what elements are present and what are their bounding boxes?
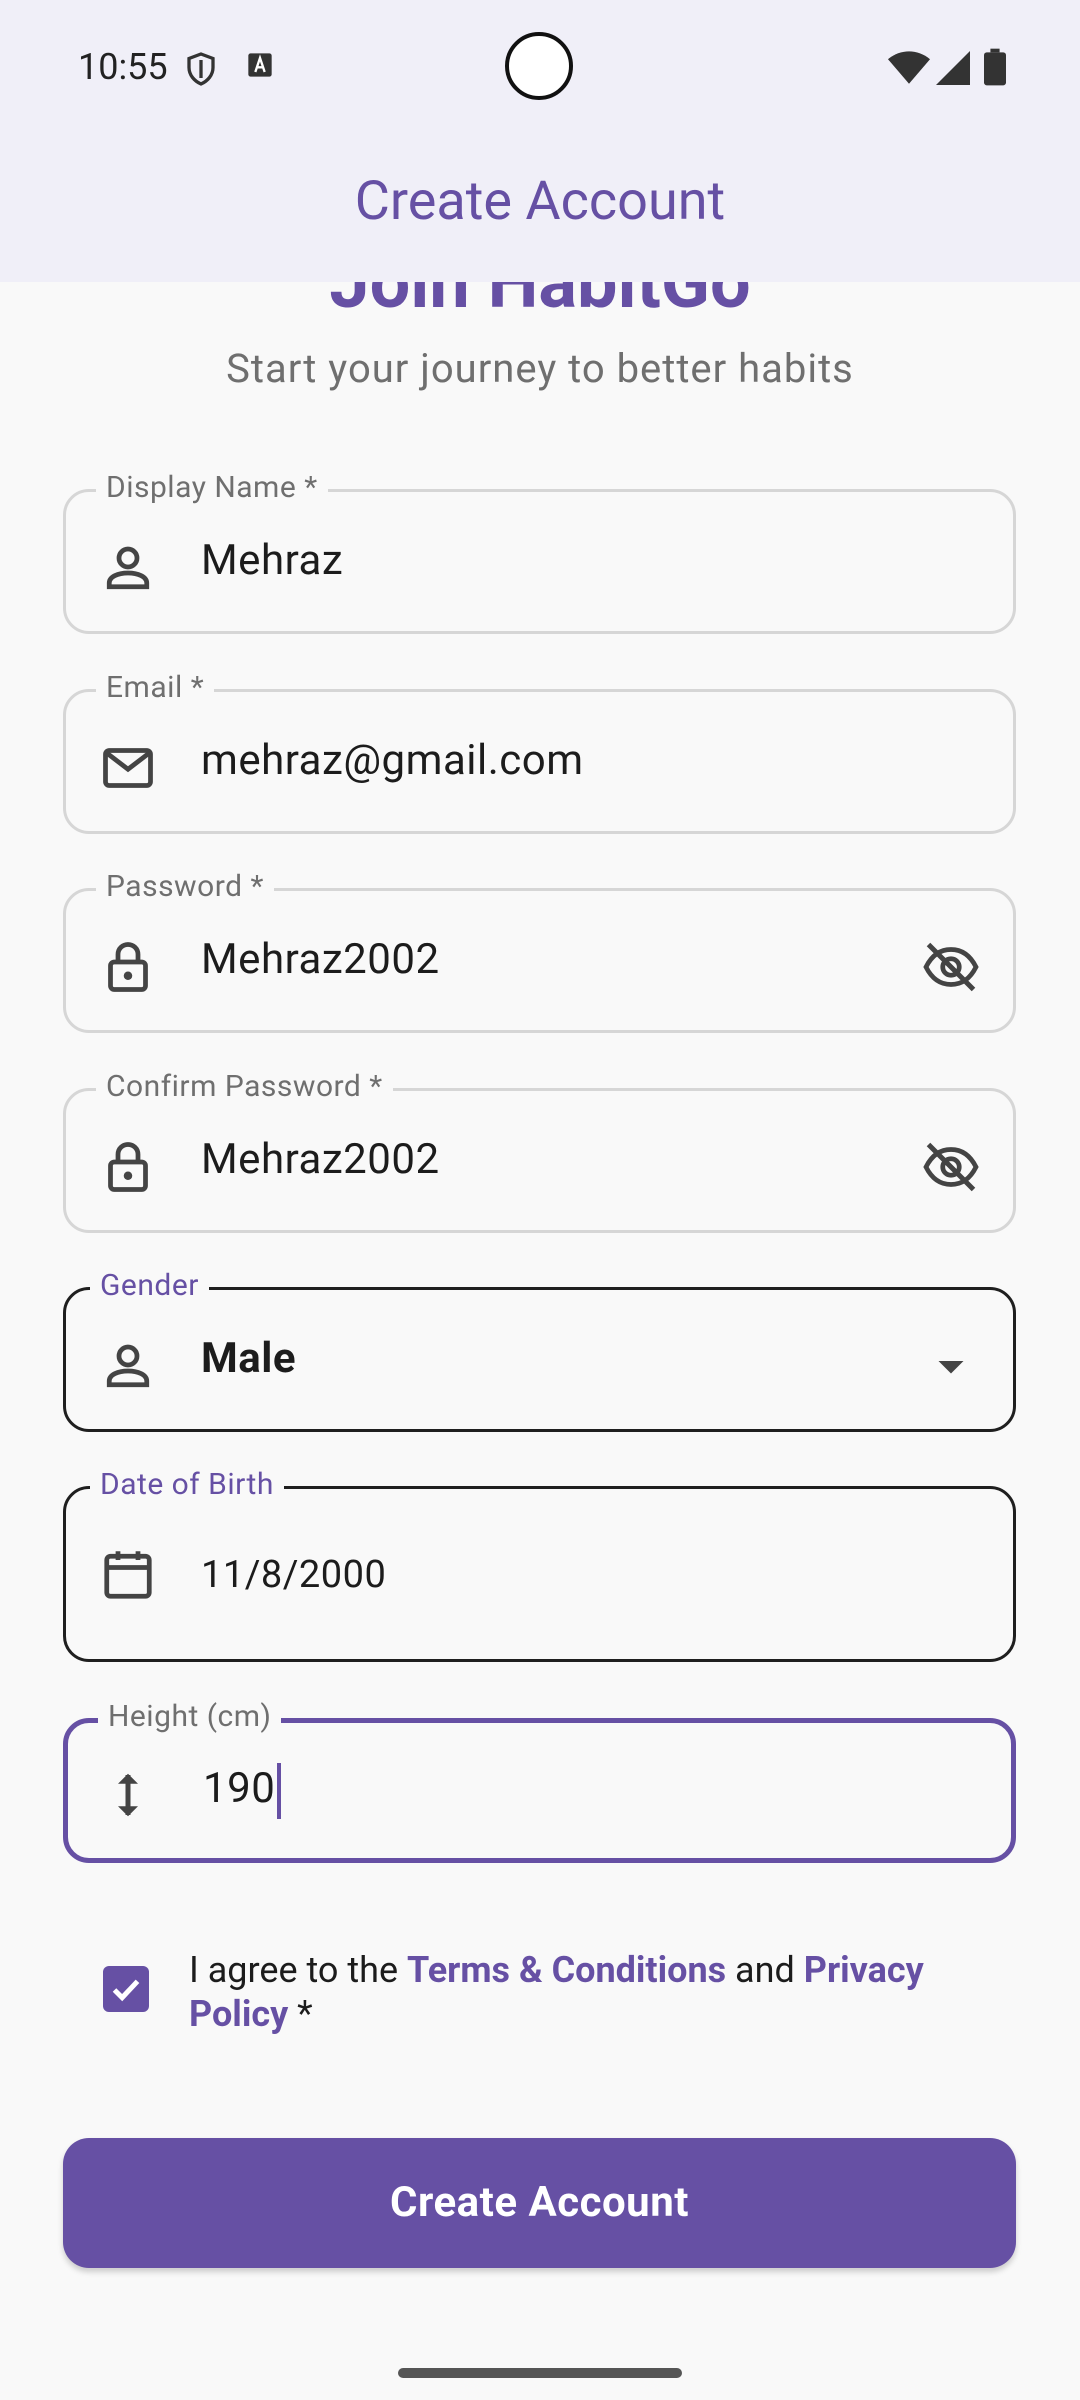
status-time: 10:55 bbox=[78, 46, 168, 88]
height-input[interactable]: 190 bbox=[203, 1763, 282, 1819]
keyboard-a-icon bbox=[248, 53, 272, 77]
email-field[interactable]: Email * mehraz@gmail.com bbox=[63, 670, 1016, 834]
agreement-suffix: * bbox=[288, 1993, 313, 2035]
agreement-middle: and bbox=[726, 1949, 804, 1991]
home-indicator[interactable] bbox=[398, 2368, 682, 2378]
password-input[interactable]: Mehraz2002 bbox=[201, 935, 440, 984]
confirm-password-label: Confirm Password * bbox=[96, 1069, 393, 1104]
vertical-arrows-icon bbox=[118, 1773, 138, 1817]
dropdown-arrow-icon[interactable] bbox=[919, 1336, 983, 1396]
mail-icon bbox=[103, 748, 153, 788]
signal-icon bbox=[936, 51, 970, 85]
date-of-birth-value: 11/8/2000 bbox=[201, 1553, 387, 1597]
eye-off-icon[interactable] bbox=[919, 1137, 983, 1197]
page-subtitle: Start your journey to better habits bbox=[226, 345, 854, 392]
confirm-password-input[interactable]: Mehraz2002 bbox=[201, 1135, 440, 1184]
person-icon bbox=[106, 546, 150, 590]
check-icon bbox=[112, 1979, 140, 2002]
email-label: Email * bbox=[96, 670, 215, 705]
create-account-button[interactable]: Create Account bbox=[63, 2138, 1016, 2268]
date-of-birth-label: Date of Birth bbox=[90, 1467, 284, 1502]
camera-cutout bbox=[505, 32, 573, 100]
calendar-icon bbox=[104, 1551, 152, 1599]
gender-value: Male bbox=[201, 1334, 297, 1383]
lock-icon bbox=[108, 942, 148, 992]
agreement-text: I agree to the Terms & Conditions and Pr… bbox=[189, 1948, 989, 2036]
lock-icon bbox=[108, 1142, 148, 1192]
email-input[interactable]: mehraz@gmail.com bbox=[201, 736, 584, 785]
display-name-label: Display Name * bbox=[96, 470, 328, 505]
display-name-input[interactable]: Mehraz bbox=[201, 536, 343, 585]
date-of-birth-field[interactable]: Date of Birth 11/8/2000 bbox=[63, 1467, 1016, 1662]
terms-link[interactable]: Terms & Conditions bbox=[407, 1949, 726, 1991]
app-bar-title: Create Account bbox=[354, 170, 726, 233]
gender-dropdown[interactable]: Gender Male bbox=[63, 1268, 1016, 1432]
shield-icon bbox=[187, 52, 215, 86]
confirm-password-field[interactable]: Confirm Password * Mehraz2002 bbox=[63, 1069, 1016, 1233]
agreement-prefix: I agree to the bbox=[189, 1949, 408, 1991]
password-field[interactable]: Password * Mehraz2002 bbox=[63, 869, 1016, 1033]
eye-off-icon[interactable] bbox=[919, 937, 983, 997]
password-label: Password * bbox=[96, 869, 274, 904]
gender-label: Gender bbox=[90, 1268, 209, 1303]
display-name-field[interactable]: Display Name * Mehraz bbox=[63, 470, 1016, 634]
height-label: Height (cm) bbox=[98, 1699, 282, 1734]
text-cursor bbox=[277, 1763, 282, 1819]
wifi-icon bbox=[888, 51, 930, 84]
height-field[interactable]: Height (cm) 190 bbox=[63, 1699, 1016, 1863]
page-heading: Join HabitGo bbox=[0, 282, 1080, 314]
heading-clip: Join HabitGo bbox=[0, 282, 1080, 314]
person-icon bbox=[106, 1344, 150, 1388]
agree-checkbox[interactable] bbox=[103, 1966, 149, 2012]
battery-icon bbox=[984, 48, 1006, 86]
